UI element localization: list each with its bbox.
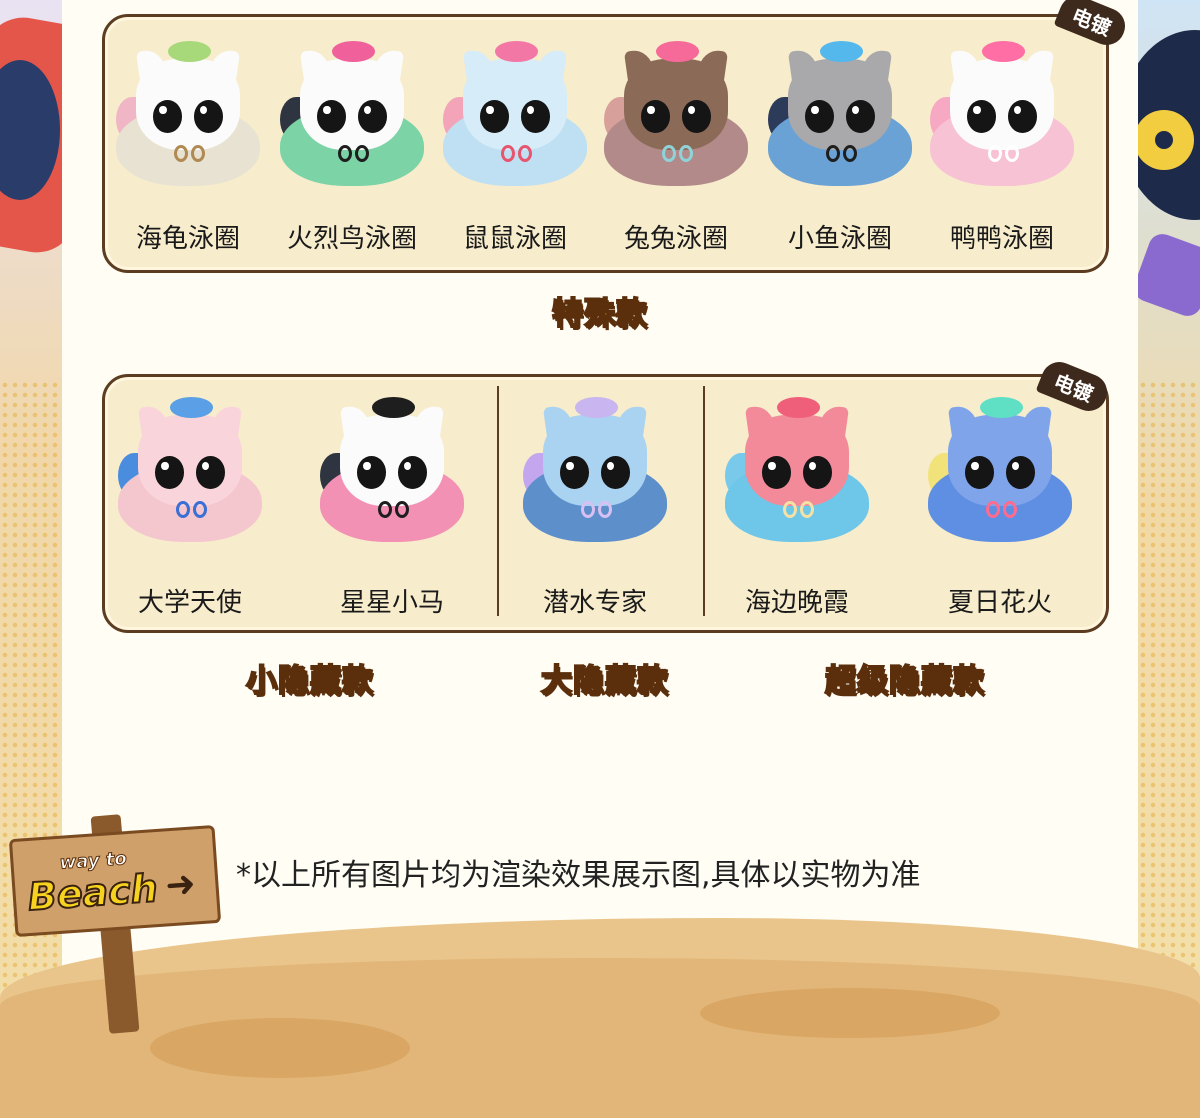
figure-name-label: 海边晚霞: [744, 588, 849, 618]
figure-name-label: 兔兔泳圈: [623, 224, 728, 254]
divider: [497, 386, 499, 616]
figure-image: [118, 394, 262, 542]
figure-name-label: 鸭鸭泳圈: [949, 224, 1054, 254]
figure-image: [116, 38, 260, 186]
big-hidden-title: 大隐藏款: [540, 662, 669, 700]
figure-image: [725, 394, 869, 542]
purple-decor-shape: [1138, 230, 1200, 320]
super-hidden-title: 超级隐藏款: [824, 662, 985, 700]
sand-dunes: [0, 918, 1200, 1118]
figure-name-label: 夏日花火: [947, 588, 1052, 618]
figure-name-label: 火烈鸟泳圈: [286, 224, 417, 254]
left-decor-strip: [0, 0, 62, 1118]
sign-line2: Beach: [25, 865, 160, 920]
figure-image: [928, 394, 1072, 542]
small-hidden-title: 小隐藏款: [245, 662, 374, 700]
record-disc-icon: [1138, 30, 1200, 220]
figure-image: [523, 394, 667, 542]
figure-name-label: 海龟泳圈: [135, 224, 240, 254]
special-edition-title: 特殊款: [551, 295, 648, 333]
figure-name-label: 小鱼泳圈: [787, 224, 892, 254]
figure-image: [604, 38, 748, 186]
figure-image: [280, 38, 424, 186]
way-to-beach-sign: way to Beach ➜: [8, 824, 222, 938]
figure-name-label: 星星小马: [339, 588, 444, 618]
divider: [703, 386, 705, 616]
figure-name-label: 大学天使: [137, 588, 242, 618]
arrow-right-icon: ➜: [164, 863, 197, 907]
figure-image: [930, 38, 1074, 186]
figure-image: [768, 38, 912, 186]
figure-name-label: 鼠鼠泳圈: [462, 224, 567, 254]
figure-name-label: 潜水专家: [542, 588, 647, 618]
disclaimer-note: *以上所有图片均为渲染效果展示图,具体以实物为准: [236, 858, 921, 893]
figure-image: [320, 394, 464, 542]
figure-image: [443, 38, 587, 186]
